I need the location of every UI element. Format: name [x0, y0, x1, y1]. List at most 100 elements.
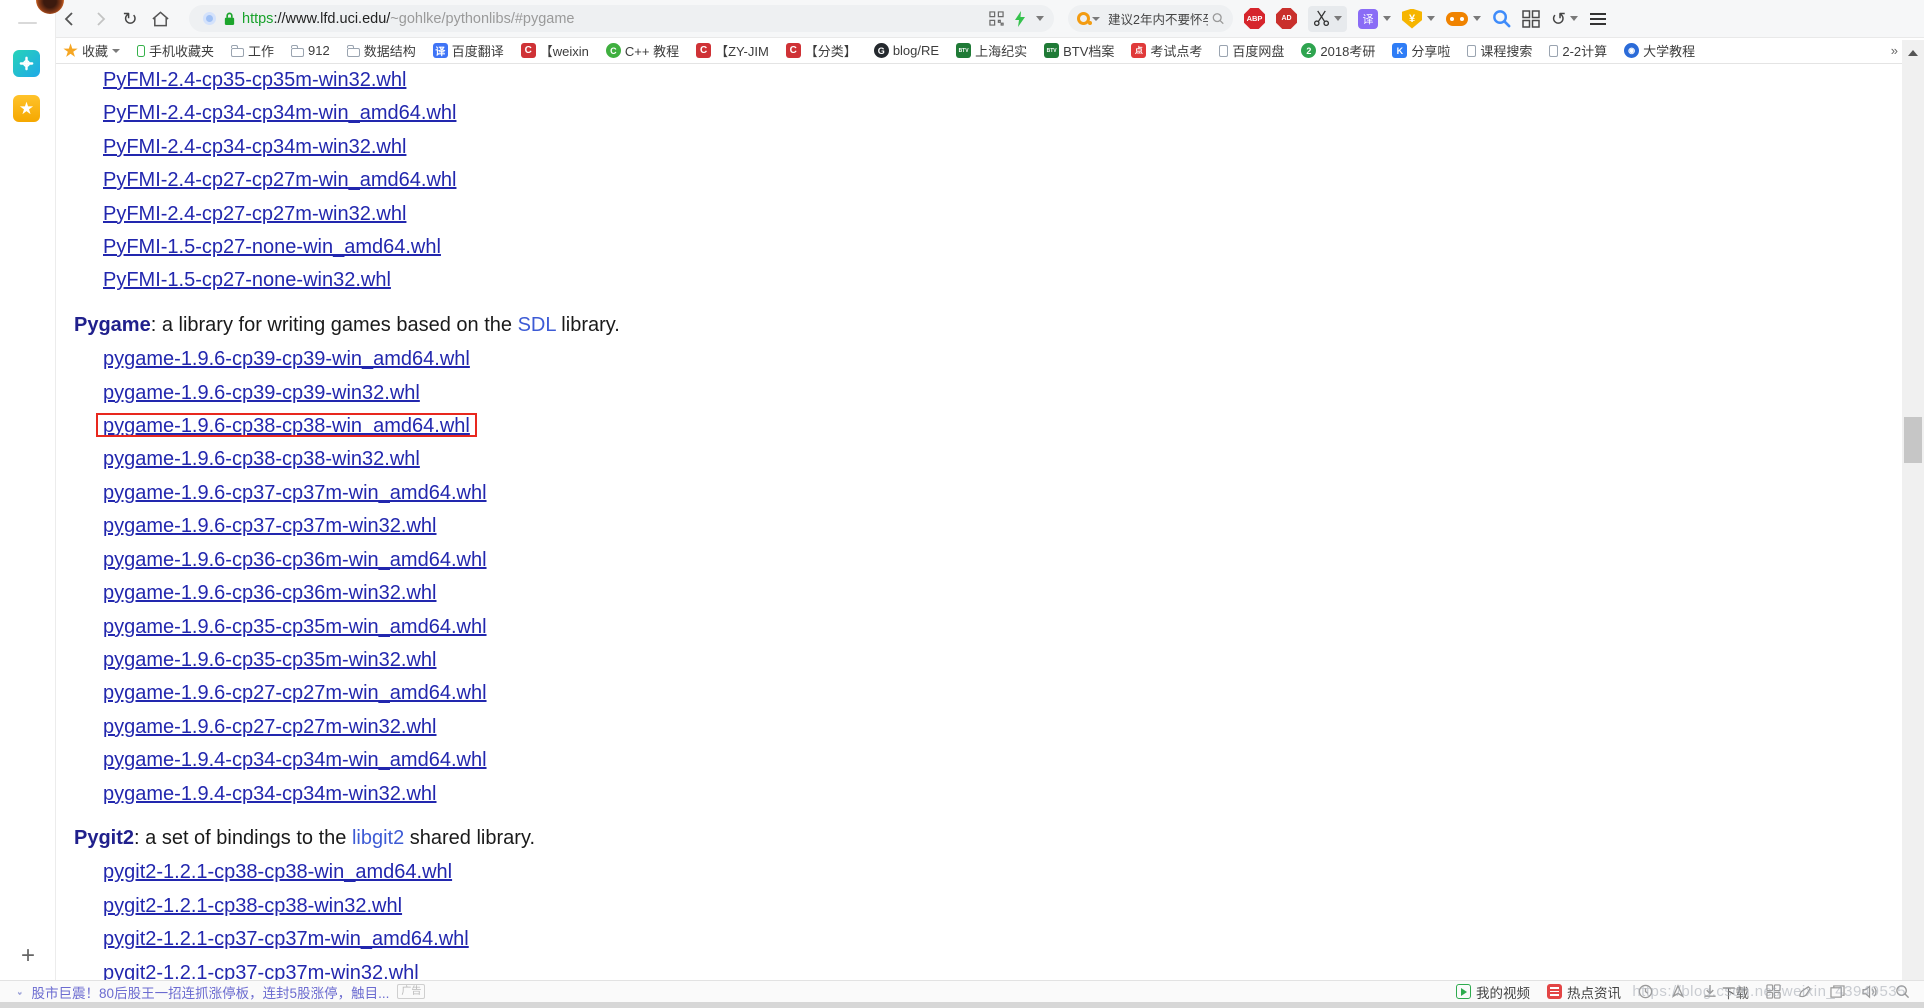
bookmark-item[interactable]: 点 考试点考 — [1131, 41, 1202, 60]
bookmark-item[interactable]: 译 百度翻译 — [432, 41, 504, 60]
extension-clipper[interactable] — [1308, 5, 1347, 32]
link-row: pygame-1.9.6-cp36-cp36m-win_amd64.whl — [103, 544, 1900, 577]
news-ticker[interactable]: ⌄ ⌄ 股市巨震！80后股王一招连抓涨停板，连封5股涨停，触目... 广告 — [16, 982, 426, 1002]
page-find-button[interactable] — [1492, 9, 1511, 28]
wheel-link[interactable]: pygit2-1.2.1-cp38-cp38-win_amd64.whl — [103, 861, 452, 883]
wheel-link[interactable]: pygame-1.9.6-cp36-cp36m-win_amd64.whl — [103, 549, 487, 571]
collapse-chevron-icon[interactable]: ⌄ ⌄ — [16, 986, 24, 996]
search-input[interactable]: 建议2年内不要怀孕 — [1068, 5, 1233, 32]
translate-icon: 译 — [432, 43, 448, 58]
extension-abp[interactable]: ABP — [1244, 8, 1265, 29]
bookmark-item[interactable]: 2 2018考研 — [1301, 41, 1375, 60]
wheel-link[interactable]: pygame-1.9.6-cp39-cp39-win_amd64.whl — [103, 348, 470, 370]
bookmark-item[interactable]: K 分享啦 — [1392, 41, 1450, 60]
bookmark-caret-icon[interactable] — [112, 48, 121, 53]
wheel-link[interactable]: PyFMI-2.4-cp35-cp35m-win32.whl — [103, 69, 406, 91]
sdl-link[interactable]: SDL — [518, 314, 556, 336]
wheel-link[interactable]: pygame-1.9.6-cp35-cp35m-win32.whl — [103, 649, 437, 671]
clipper-caret-icon[interactable] — [1334, 16, 1342, 21]
theme-button[interactable] — [1798, 984, 1813, 999]
lightning-icon[interactable] — [1014, 10, 1026, 27]
sidebar-app-favorites-icon[interactable]: ★ — [13, 95, 40, 122]
bookmark-item[interactable]: BTV 上海纪实 — [956, 41, 1027, 60]
recently-closed-button[interactable]: ↺ — [1551, 10, 1579, 28]
bookmark-item[interactable]: 工作 — [231, 41, 274, 60]
hot-news-button[interactable]: 热点资讯 — [1547, 982, 1621, 1002]
bookmark-item[interactable]: 数据结构 — [346, 41, 416, 60]
bookmark-item[interactable]: C 【ZY-JIM — [696, 41, 769, 60]
bookmark-item[interactable]: 912 — [291, 43, 330, 58]
boost-button[interactable] — [1670, 984, 1686, 999]
wheel-link[interactable]: pygame-1.9.6-cp37-cp37m-win32.whl — [103, 515, 437, 537]
url-text[interactable]: https://www.lfd.uci.edu/~gohlke/pythonli… — [242, 11, 981, 27]
home-button[interactable] — [145, 5, 175, 33]
wheel-link[interactable]: pygame-1.9.6-cp36-cp36m-win32.whl — [103, 582, 437, 604]
wheel-link[interactable]: pygame-1.9.4-cp34-cp34m-win32.whl — [103, 783, 437, 805]
wheel-link[interactable]: PyFMI-1.5-cp27-none-win32.whl — [103, 269, 391, 291]
mute-button[interactable] — [1862, 984, 1878, 999]
scroll-up-arrow-icon[interactable] — [1908, 50, 1918, 56]
bookmark-item[interactable]: C 【分类】 — [785, 41, 857, 60]
qr-code-icon[interactable] — [989, 11, 1004, 26]
address-bar[interactable]: https://www.lfd.uci.edu/~gohlke/pythonli… — [189, 5, 1054, 32]
extension-translate[interactable]: 译 — [1358, 8, 1391, 29]
extension-wallet[interactable]: ¥ — [1402, 8, 1435, 29]
search-engine-caret-icon[interactable] — [1092, 16, 1100, 21]
wheel-link[interactable]: pygame-1.9.6-cp27-cp27m-win_amd64.whl — [103, 682, 487, 704]
search-placeholder[interactable]: 建议2年内不要怀孕 — [1108, 9, 1208, 28]
bookmark-label: » — [1890, 43, 1898, 58]
wheel-link[interactable]: PyFMI-2.4-cp34-cp34m-win_amd64.whl — [103, 102, 456, 124]
history-button[interactable] — [1638, 984, 1653, 999]
wheel-link[interactable]: PyFMI-2.4-cp27-cp27m-win32.whl — [103, 203, 406, 225]
wheel-link[interactable]: pygit2-1.2.1-cp38-cp38-win32.whl — [103, 895, 402, 917]
wheel-link[interactable]: pygame-1.9.4-cp34-cp34m-win_amd64.whl — [103, 749, 487, 771]
wheel-link[interactable]: pygame-1.9.6-cp38-cp38-win32.whl — [103, 448, 420, 470]
wheel-link[interactable]: PyFMI-2.4-cp27-cp27m-win_amd64.whl — [103, 169, 456, 191]
bookmark-item[interactable]: G blog/RE — [873, 43, 939, 58]
wheel-link[interactable]: pygame-1.9.6-cp39-cp39-win32.whl — [103, 382, 420, 404]
wallet-caret-icon[interactable] — [1427, 16, 1435, 21]
wheel-link[interactable]: pygame-1.9.6-cp27-cp27m-win32.whl — [103, 716, 437, 738]
wheel-link[interactable]: pygame-1.9.6-cp38-cp38-win_amd64.whl — [103, 415, 470, 437]
bookmark-item[interactable]: » — [1891, 43, 1898, 58]
bookmark-item[interactable]: 2-2计算 — [1549, 41, 1607, 60]
bookmark-item[interactable]: 手机收藏夹 — [137, 41, 214, 60]
translate-caret-icon[interactable] — [1383, 16, 1391, 21]
bookmark-item[interactable]: 课程搜索 — [1467, 41, 1532, 60]
news-ticker-text[interactable]: 股市巨震！80后股王一招连抓涨停板，连封5股涨停，触目... — [32, 982, 390, 1002]
extension-adblock[interactable]: AD — [1276, 8, 1297, 29]
bookmark-item[interactable]: ◉ 大学教程 — [1624, 41, 1695, 60]
wheel-link[interactable]: PyFMI-2.4-cp34-cp34m-win32.whl — [103, 136, 406, 158]
split-window-button[interactable] — [1830, 984, 1845, 999]
site-info-icon[interactable] — [203, 12, 216, 25]
main-menu-button[interactable] — [1590, 12, 1607, 25]
package-desc-after: shared library. — [404, 826, 536, 849]
bookmark-item[interactable]: ★ 收藏 — [63, 41, 121, 60]
address-options-caret-icon[interactable] — [1036, 16, 1044, 21]
libgit2-link[interactable]: libgit2 — [352, 827, 404, 849]
bookmark-item[interactable]: BTV BTV档案 — [1044, 41, 1114, 60]
sidebar-app-collector-icon[interactable] — [13, 50, 40, 77]
apps-grid-button[interactable] — [1522, 9, 1540, 28]
games-center-button[interactable] — [1766, 984, 1781, 999]
my-video-button[interactable]: 我的视频 — [1456, 982, 1530, 1002]
search-engine-icon[interactable] — [1077, 12, 1092, 25]
download-button[interactable]: 下载 — [1703, 982, 1749, 1002]
extension-games[interactable] — [1446, 11, 1481, 26]
bookmark-item[interactable]: C 【weixin — [520, 41, 589, 60]
wheel-link[interactable]: pygame-1.9.6-cp35-cp35m-win_amd64.whl — [103, 616, 487, 638]
wheel-link[interactable]: pygit2-1.2.1-cp37-cp37m-win_amd64.whl — [103, 928, 469, 950]
wheel-link[interactable]: pygame-1.9.6-cp37-cp37m-win_amd64.whl — [103, 482, 487, 504]
games-caret-icon[interactable] — [1473, 16, 1481, 21]
recently-closed-caret-icon[interactable] — [1570, 16, 1579, 21]
bookmark-item[interactable]: 百度网盘 — [1219, 41, 1284, 60]
vertical-scrollbar[interactable] — [1902, 40, 1924, 984]
scrollbar-thumb[interactable] — [1904, 417, 1922, 463]
wheel-link[interactable]: PyFMI-1.5-cp27-none-win_amd64.whl — [103, 236, 441, 258]
search-icon[interactable] — [1212, 12, 1224, 25]
forward-button[interactable] — [85, 5, 115, 33]
page-search-button[interactable] — [1895, 984, 1910, 999]
bookmark-item[interactable]: C C++ 教程 — [605, 41, 679, 60]
refresh-button[interactable]: ↻ — [115, 5, 145, 33]
sidebar-add-button[interactable]: + — [14, 942, 42, 970]
